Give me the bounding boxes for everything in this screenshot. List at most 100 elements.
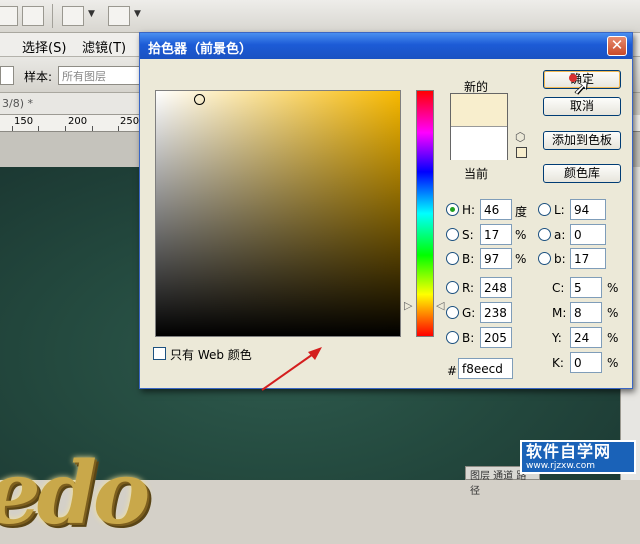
magenta-unit: % <box>607 306 619 320</box>
dialog-title-bar[interactable]: 拾色器（前景色） ✕ <box>140 33 632 59</box>
document-tab[interactable]: 3/8) * <box>0 93 140 115</box>
yellow-row: Y: 24 % <box>552 327 632 349</box>
black-row: K: 0 % <box>552 352 632 374</box>
lab-l-input[interactable]: 94 <box>570 199 606 220</box>
hue-input[interactable]: 46 <box>480 199 512 220</box>
red-row: R: 248 <box>446 277 536 299</box>
mode-select[interactable] <box>0 66 14 85</box>
close-icon[interactable]: ✕ <box>607 36 627 56</box>
saturation-brightness-field[interactable] <box>155 90 401 337</box>
red-label: R: <box>462 281 475 295</box>
ruler-label: 200 <box>68 116 88 127</box>
watermark-url: www.rjzxw.com <box>526 461 595 471</box>
lab-a-row: a: 0 <box>538 224 628 246</box>
ruler-label: 250 <box>120 116 140 127</box>
hue-radio[interactable] <box>446 203 459 216</box>
current-color-label: 当前 <box>464 167 489 181</box>
hue-row: H: 46 度 <box>446 199 536 221</box>
cyan-unit: % <box>607 281 619 295</box>
red-radio[interactable] <box>446 281 459 294</box>
red-input[interactable]: 248 <box>480 277 512 298</box>
hue-label: H: <box>462 203 476 217</box>
magenta-label: M: <box>552 306 567 320</box>
annotation-arrow-icon <box>261 347 322 391</box>
web-colors-label: 只有 Web 颜色 <box>170 348 252 362</box>
web-colors-checkbox[interactable] <box>153 347 166 360</box>
green-row: G: 238 <box>446 302 536 324</box>
canvas-gold-text: edo <box>0 443 150 544</box>
hex-label: # <box>447 364 458 378</box>
arrange-documents-icon[interactable] <box>62 6 84 26</box>
saturation-row: S: 17 % <box>446 224 536 246</box>
app-toolbar: ▼ ▼ <box>0 0 640 33</box>
saturation-unit: % <box>515 228 527 242</box>
menu-filter[interactable]: 滤镜(T) <box>82 37 126 56</box>
mouse-pointer-icon: ➚ <box>573 75 590 99</box>
hue-slider-left-arrow-icon[interactable]: ▷ <box>404 299 412 312</box>
blue-radio[interactable] <box>446 331 459 344</box>
yellow-input[interactable]: 24 <box>570 327 602 348</box>
sample-select[interactable]: 所有图层 <box>58 66 140 85</box>
saturation-radio[interactable] <box>446 228 459 241</box>
brightness-label: B: <box>462 252 475 266</box>
brightness-input[interactable]: 97 <box>480 248 512 269</box>
cyan-input[interactable]: 5 <box>570 277 602 298</box>
site-watermark-logo: 软件自学网 www.rjzxw.com <box>520 440 636 474</box>
yellow-unit: % <box>607 331 619 345</box>
ruler-tick <box>65 126 66 131</box>
menu-select[interactable]: 选择(S) <box>22 37 66 56</box>
black-input[interactable]: 0 <box>570 352 602 373</box>
lab-a-radio[interactable] <box>538 228 551 241</box>
green-input[interactable]: 238 <box>480 302 512 323</box>
hex-input[interactable]: f8eecd <box>458 358 513 379</box>
ruler-label: 150 <box>14 116 34 127</box>
hue-slider[interactable] <box>416 90 434 337</box>
web-safe-swatch[interactable] <box>516 147 527 158</box>
add-to-swatches-button[interactable]: 添加到色板 <box>543 131 621 150</box>
cancel-button[interactable]: 取消 <box>543 97 621 116</box>
magenta-input[interactable]: 8 <box>570 302 602 323</box>
chevron-down-icon[interactable]: ▼ <box>134 9 141 19</box>
gamut-cube-icon[interactable]: ⬡ <box>515 131 527 143</box>
ruler-tick <box>118 126 119 131</box>
lab-b-input[interactable]: 17 <box>570 248 606 269</box>
cyan-row: C: 5 % <box>552 277 632 299</box>
current-color-swatch[interactable] <box>451 127 507 160</box>
color-picker-dialog: 拾色器（前景色） ✕ ▷ ◁ 只有 Web 颜色 新的 当前 ⬡ 确定 ➚ 取消… <box>139 32 633 389</box>
lab-b-row: b: 17 <box>538 248 628 270</box>
saturation-label: S: <box>462 228 474 242</box>
tool-icon[interactable] <box>0 6 18 26</box>
ruler-tick <box>92 126 93 131</box>
lab-l-label: L: <box>554 203 565 217</box>
green-radio[interactable] <box>446 306 459 319</box>
black-unit: % <box>607 356 619 370</box>
ruler-tick <box>38 126 39 131</box>
toolbar-divider <box>52 4 53 28</box>
hue-unit: 度 <box>515 205 528 219</box>
new-color-swatch <box>451 94 507 127</box>
blue-input[interactable]: 205 <box>480 327 512 348</box>
brightness-row: B: 97 % <box>446 248 536 270</box>
cyan-label: C: <box>552 281 565 295</box>
dialog-title: 拾色器（前景色） <box>148 42 253 57</box>
lab-b-radio[interactable] <box>538 252 551 265</box>
yellow-label: Y: <box>552 331 562 345</box>
color-libraries-button[interactable]: 颜色库 <box>543 164 621 183</box>
green-label: G: <box>462 306 476 320</box>
saturation-input[interactable]: 17 <box>480 224 512 245</box>
brightness-radio[interactable] <box>446 252 459 265</box>
chevron-down-icon[interactable]: ▼ <box>88 9 95 19</box>
brush-tool-icon[interactable] <box>22 6 44 26</box>
blue-row: B: 205 <box>446 327 536 349</box>
color-picker-circle[interactable] <box>194 94 205 105</box>
watermark-title: 软件自学网 <box>526 442 612 461</box>
brightness-unit: % <box>515 252 527 266</box>
lab-a-input[interactable]: 0 <box>570 224 606 245</box>
ruler-tick <box>12 126 13 131</box>
black-label: K: <box>552 356 564 370</box>
screen-mode-icon[interactable] <box>108 6 130 26</box>
hue-slider-right-arrow-icon[interactable]: ◁ <box>436 299 444 312</box>
lab-l-radio[interactable] <box>538 203 551 216</box>
sample-label: 样本: <box>24 70 53 84</box>
lab-b-label: b: <box>554 252 566 266</box>
